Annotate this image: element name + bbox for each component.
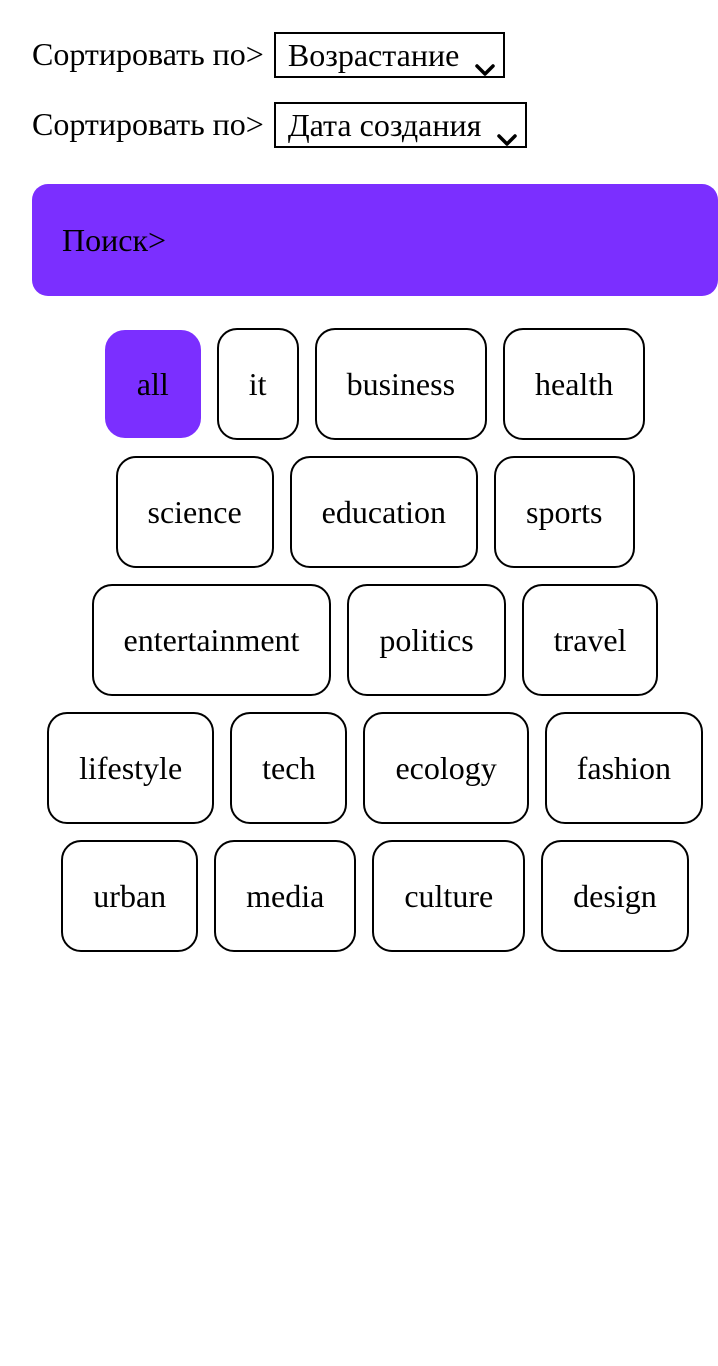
sort-order-select[interactable]: Возрастание [273,32,506,78]
tag-row: entertainment politics travel [32,584,718,696]
search-label: Поиск> [62,221,167,258]
tag-tech-button[interactable]: tech [230,712,348,824]
sort-order-value: Возрастание [287,36,460,73]
sort-field-label: Сортировать по> [32,106,264,142]
tag-row: lifestyle tech ecology fashion [32,712,718,824]
tag-all-button[interactable]: all [104,330,201,438]
tag-culture-button[interactable]: culture [372,840,526,952]
tag-sports-button[interactable]: sports [494,456,635,568]
category-tags: all it business health science education sport… [32,328,718,968]
tag-it-button[interactable]: it [216,328,299,440]
tag-design-button[interactable]: design [541,840,689,952]
sort-field-row: Сортировать по> Дата создания [32,102,528,152]
tag-science-button[interactable]: science [115,456,274,568]
sort-order-row: Сортировать по> Возрастание [32,32,506,82]
tag-fashion-button[interactable]: fashion [544,712,703,824]
tag-row: urban media culture design [32,840,718,952]
tag-media-button[interactable]: media [214,840,357,952]
chevron-down-icon [497,118,518,146]
tag-politics-button[interactable]: politics [347,584,506,696]
tag-row: all it business health [32,328,718,440]
search-input[interactable]: Поиск> [32,184,718,296]
sort-field-select[interactable]: Дата создания [273,102,528,148]
sort-field-value: Дата создания [287,106,482,143]
tag-row: science education sports [32,456,718,568]
tag-education-button[interactable]: education [289,456,479,568]
sort-order-label: Сортировать по> [32,36,264,72]
tag-urban-button[interactable]: urban [61,840,199,952]
tag-travel-button[interactable]: travel [521,584,659,696]
chevron-down-icon [475,48,496,76]
tag-entertainment-button[interactable]: entertainment [91,584,332,696]
tag-ecology-button[interactable]: ecology [363,712,529,824]
tag-lifestyle-button[interactable]: lifestyle [47,712,215,824]
tag-business-button[interactable]: business [314,328,488,440]
tag-health-button[interactable]: health [503,328,646,440]
